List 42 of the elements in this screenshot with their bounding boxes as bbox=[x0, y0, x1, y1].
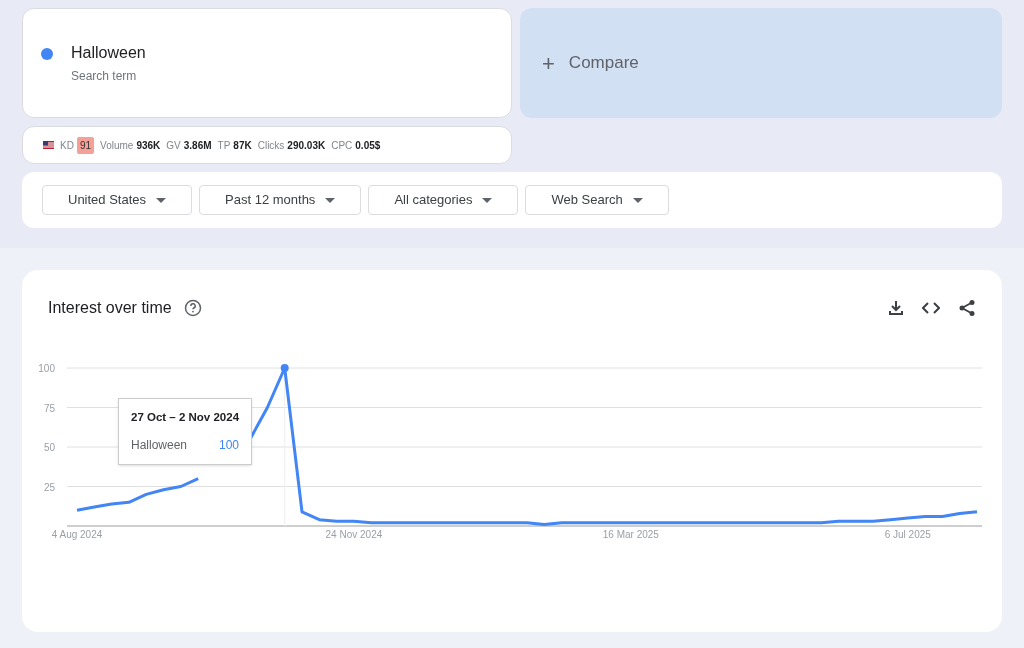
metric-label: Volume bbox=[100, 138, 134, 153]
metric-label: TP bbox=[217, 138, 231, 153]
x-axis-label: 6 Jul 2025 bbox=[884, 529, 931, 540]
search-term-card[interactable]: Halloween Search term bbox=[22, 8, 512, 118]
compare-button[interactable]: + Compare bbox=[520, 8, 1002, 118]
y-axis-label: 100 bbox=[38, 363, 55, 374]
metric-value: 290.03K bbox=[287, 138, 326, 153]
tooltip-term: Halloween bbox=[131, 437, 188, 455]
caret-icon bbox=[156, 197, 167, 203]
tooltip-value: 100 bbox=[219, 437, 240, 455]
search-term-subtitle: Search term bbox=[71, 68, 138, 85]
y-axis-label: 75 bbox=[43, 402, 55, 414]
metric-value: 87K bbox=[233, 138, 252, 153]
search-term: Halloween bbox=[71, 43, 146, 63]
tooltip-date: 27 Oct – 2 Nov 2024 bbox=[131, 410, 240, 425]
y-axis-label: 50 bbox=[43, 442, 55, 453]
panel-title: Interest over time bbox=[48, 298, 172, 318]
x-axis-label: 16 Mar 2025 bbox=[602, 529, 659, 540]
filter-dropdown[interactable]: Web Search bbox=[525, 185, 669, 215]
metric-value: 3.86M bbox=[183, 138, 212, 153]
metric-value: 936K bbox=[136, 138, 161, 153]
x-axis-label: 24 Nov 2024 bbox=[325, 529, 383, 540]
metric-label: CPC bbox=[331, 138, 353, 153]
filter-dropdown[interactable]: All categories bbox=[368, 185, 519, 215]
data-point bbox=[280, 364, 289, 372]
flag-icon bbox=[43, 141, 54, 149]
caret-icon bbox=[325, 197, 336, 203]
filter-dropdown[interactable]: United States bbox=[42, 185, 193, 215]
caret-icon bbox=[632, 197, 643, 203]
metric-label: Clicks bbox=[257, 138, 285, 153]
y-axis-label: 25 bbox=[43, 481, 55, 493]
share-icon[interactable] bbox=[958, 299, 976, 317]
metric-value: 0.05$ bbox=[355, 138, 381, 153]
metric-label: KD bbox=[60, 138, 74, 153]
difficulty-badge: 91 bbox=[76, 136, 95, 154]
caret-icon bbox=[482, 197, 493, 203]
download-icon[interactable] bbox=[888, 300, 904, 316]
filter-dropdown[interactable]: Past 12 months bbox=[199, 185, 362, 215]
metric-label: GV bbox=[166, 138, 181, 153]
embed-code-icon[interactable] bbox=[922, 302, 940, 314]
x-axis-label: 4 Aug 2024 bbox=[51, 529, 103, 540]
help-icon[interactable] bbox=[183, 299, 202, 317]
